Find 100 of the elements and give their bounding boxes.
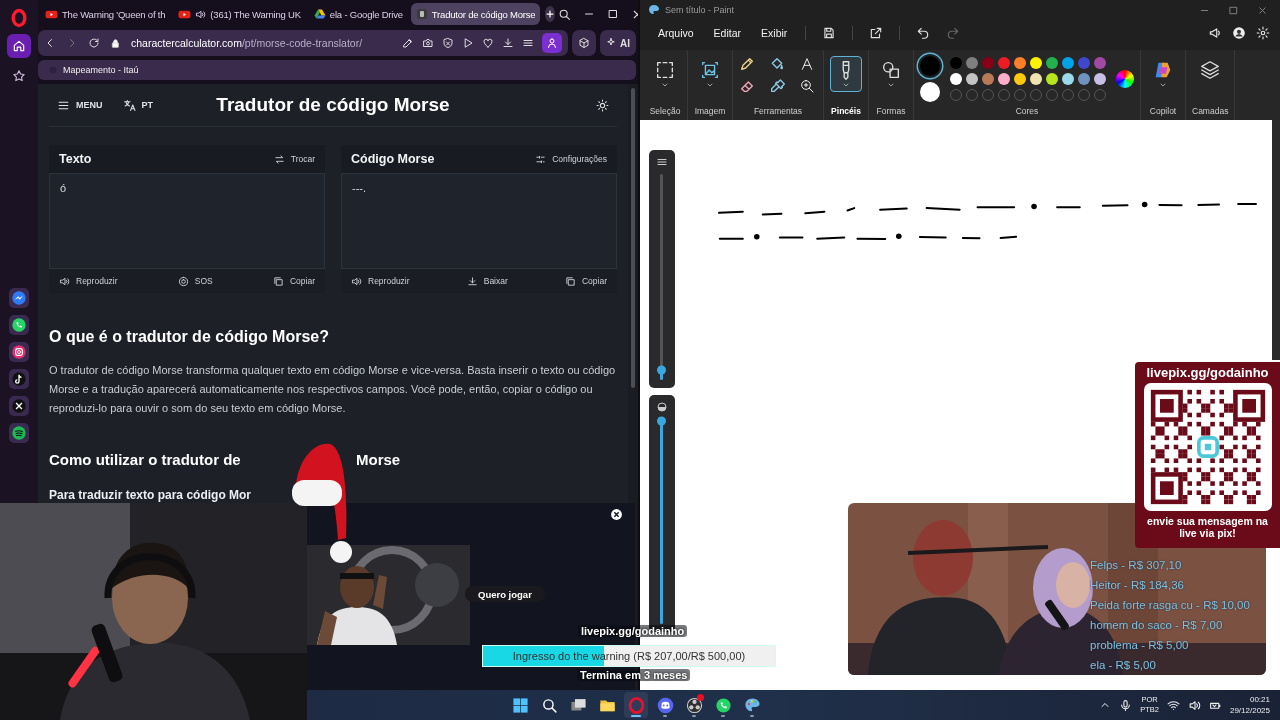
- color-swatch[interactable]: [1046, 57, 1058, 69]
- action-button[interactable]: Copiar: [272, 275, 315, 287]
- scrollbar[interactable]: [1272, 120, 1280, 360]
- size-slider[interactable]: [649, 150, 675, 388]
- save-icon[interactable]: [822, 26, 837, 40]
- brush-tool[interactable]: [830, 56, 862, 92]
- menu-item[interactable]: Exibir: [753, 23, 796, 43]
- download-icon[interactable]: [502, 37, 514, 49]
- whatsapp-icon[interactable]: [9, 315, 29, 335]
- color-swatch[interactable]: [950, 73, 962, 85]
- action-button[interactable]: Copiar: [564, 275, 607, 287]
- chevron-down-icon: [661, 81, 669, 89]
- color-swatch[interactable]: [998, 73, 1010, 85]
- megaphone-icon[interactable]: [1208, 26, 1222, 40]
- color-wheel-icon[interactable]: [1116, 70, 1134, 88]
- panel-action[interactable]: Trocar: [273, 153, 315, 165]
- text-area[interactable]: ó: [49, 173, 325, 269]
- fill-bucket-icon[interactable]: [769, 56, 785, 72]
- wifi-icon[interactable]: [1166, 698, 1180, 712]
- new-tab-button[interactable]: [545, 6, 556, 22]
- redo-icon[interactable]: [946, 26, 961, 40]
- browser-tab[interactable]: The Warning 'Queen of th: [40, 3, 171, 25]
- bookmark[interactable]: Mapeamento - Itaú: [48, 65, 139, 75]
- zoom-icon[interactable]: [799, 78, 815, 94]
- scrollbar-thumb[interactable]: [631, 88, 635, 388]
- profile-icon[interactable]: [1232, 26, 1246, 40]
- volume-icon[interactable]: [1187, 698, 1201, 712]
- settings-icon[interactable]: [1256, 26, 1270, 40]
- play-icon[interactable]: [462, 37, 474, 49]
- instagram-icon[interactable]: [9, 342, 29, 362]
- color-swatch[interactable]: [998, 57, 1010, 69]
- color-swatch[interactable]: [1062, 73, 1074, 85]
- edit-icon[interactable]: [402, 37, 414, 49]
- action-button[interactable]: SOS: [177, 275, 213, 287]
- color-swatch[interactable]: [1078, 73, 1090, 85]
- text-tool-icon[interactable]: [799, 56, 815, 72]
- color-swatch[interactable]: [1030, 57, 1042, 69]
- taskbar-app[interactable]: [624, 692, 648, 718]
- sidebar-button[interactable]: [7, 34, 31, 58]
- browser-tab[interactable]: ela - Google Drive: [308, 3, 408, 25]
- color-swatch[interactable]: [1030, 73, 1042, 85]
- lock-icon: [110, 37, 121, 49]
- current-color[interactable]: [920, 56, 940, 76]
- camera-icon[interactable]: [422, 37, 434, 49]
- color-swatch[interactable]: [966, 73, 978, 85]
- share-icon[interactable]: [869, 26, 884, 40]
- reload-icon[interactable]: [88, 37, 100, 49]
- language-button[interactable]: PT: [122, 98, 153, 112]
- undo-icon[interactable]: [916, 26, 931, 40]
- menu-icon[interactable]: [522, 37, 534, 49]
- menu-item[interactable]: Arquivo: [650, 23, 702, 43]
- color-swatch[interactable]: [1014, 73, 1026, 85]
- maximize-icon[interactable]: [607, 8, 620, 20]
- action-button[interactable]: Reproduzir: [59, 275, 118, 287]
- ai-button[interactable]: AI: [600, 30, 636, 56]
- sun-icon[interactable]: [596, 98, 609, 112]
- x-icon[interactable]: [9, 396, 29, 416]
- menu-item[interactable]: Editar: [705, 23, 750, 43]
- panel-action[interactable]: Configurações: [535, 153, 607, 165]
- chevron-down-icon: [842, 81, 850, 89]
- qr-title: livepix.gg/godainho: [1146, 365, 1269, 380]
- search-icon[interactable]: [558, 7, 572, 21]
- spotify-icon[interactable]: [9, 423, 29, 443]
- action-button[interactable]: Reproduzir: [351, 275, 410, 287]
- extensions-button[interactable]: [572, 30, 596, 56]
- windows-start-icon: [511, 696, 529, 714]
- shield-icon[interactable]: [442, 37, 454, 49]
- clock[interactable]: 00:21 29/12/2025: [1229, 694, 1270, 716]
- text-area[interactable]: ---.: [341, 173, 617, 269]
- color-swatch[interactable]: [982, 73, 994, 85]
- color-swatch[interactable]: [1062, 57, 1074, 69]
- profile-button[interactable]: [542, 33, 562, 53]
- color-swatch[interactable]: [1014, 57, 1026, 69]
- heart-icon[interactable]: [482, 37, 494, 49]
- color-swatch[interactable]: [966, 57, 978, 69]
- eraser-icon[interactable]: [739, 78, 755, 94]
- browser-tab[interactable]: (361) The Warning UK: [173, 3, 306, 25]
- menu-button[interactable]: MENU: [57, 98, 103, 112]
- address-bar[interactable]: charactercalculator.com/pt/morse-code-translator/: [38, 30, 568, 56]
- search-icon: [540, 696, 558, 714]
- color-swatch[interactable]: [982, 57, 994, 69]
- color-swatch[interactable]: [1078, 57, 1090, 69]
- action-button[interactable]: Baixar: [466, 275, 508, 287]
- pencil-icon[interactable]: [739, 56, 755, 72]
- slider-thumb[interactable]: [657, 365, 666, 375]
- color-picker-icon[interactable]: [769, 78, 785, 94]
- color-swatch[interactable]: [950, 57, 962, 69]
- microphone-icon[interactable]: [1119, 698, 1133, 712]
- copy-icon: [564, 275, 576, 287]
- color-swatch[interactable]: [1046, 73, 1058, 85]
- section-heading: Como utilizar o tradutor de: [49, 450, 242, 470]
- opera-logo-icon[interactable]: [9, 8, 29, 28]
- slider-thumb[interactable]: [657, 416, 666, 426]
- music-note-icon[interactable]: [9, 369, 29, 389]
- color-swatch[interactable]: [1094, 57, 1106, 69]
- color-swatch[interactable]: [1094, 73, 1106, 85]
- current-color[interactable]: [920, 82, 940, 102]
- messenger-icon[interactable]: [9, 288, 29, 308]
- browser-tab[interactable]: Tradutor de código Morse: [410, 3, 541, 25]
- play-button[interactable]: Quero jogar: [465, 586, 545, 602]
